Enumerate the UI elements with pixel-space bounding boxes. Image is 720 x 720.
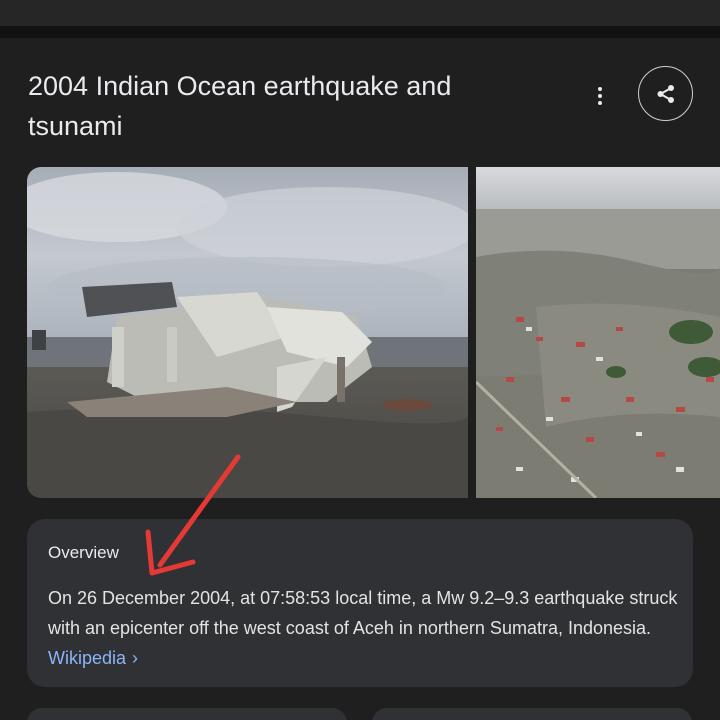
divider bbox=[0, 26, 720, 38]
top-bar bbox=[0, 0, 720, 26]
more-vert-icon bbox=[598, 87, 602, 91]
flooded-town-image bbox=[476, 167, 720, 498]
overview-heading: Overview bbox=[48, 543, 119, 562]
share-icon bbox=[657, 84, 674, 103]
bottom-card[interactable] bbox=[372, 708, 692, 720]
flooded-town-aerial-photo[interactable] bbox=[476, 167, 720, 498]
wikipedia-link-label: Wikipedia bbox=[48, 648, 127, 668]
bottom-card[interactable] bbox=[27, 708, 347, 720]
collapsed-house-photo[interactable] bbox=[27, 167, 468, 498]
overview-text: On 26 December 2004, at 07:58:53 local t… bbox=[48, 588, 678, 638]
overview-description: On 26 December 2004, at 07:58:53 local t… bbox=[48, 583, 678, 673]
wikipedia-link[interactable]: Wikipedia › bbox=[48, 648, 138, 668]
more-options-button[interactable] bbox=[584, 80, 616, 112]
share-button[interactable] bbox=[638, 66, 693, 121]
more-vert-icon-dot bbox=[598, 101, 602, 105]
overview-card: Overview On 26 December 2004, at 07:58:5… bbox=[27, 519, 693, 687]
more-vert-icon-dot bbox=[598, 94, 602, 98]
page-title: 2004 Indian Ocean earthquake and tsunami bbox=[28, 71, 452, 141]
chevron-right-icon: › bbox=[132, 648, 139, 668]
collapsed-house-image bbox=[27, 167, 468, 498]
